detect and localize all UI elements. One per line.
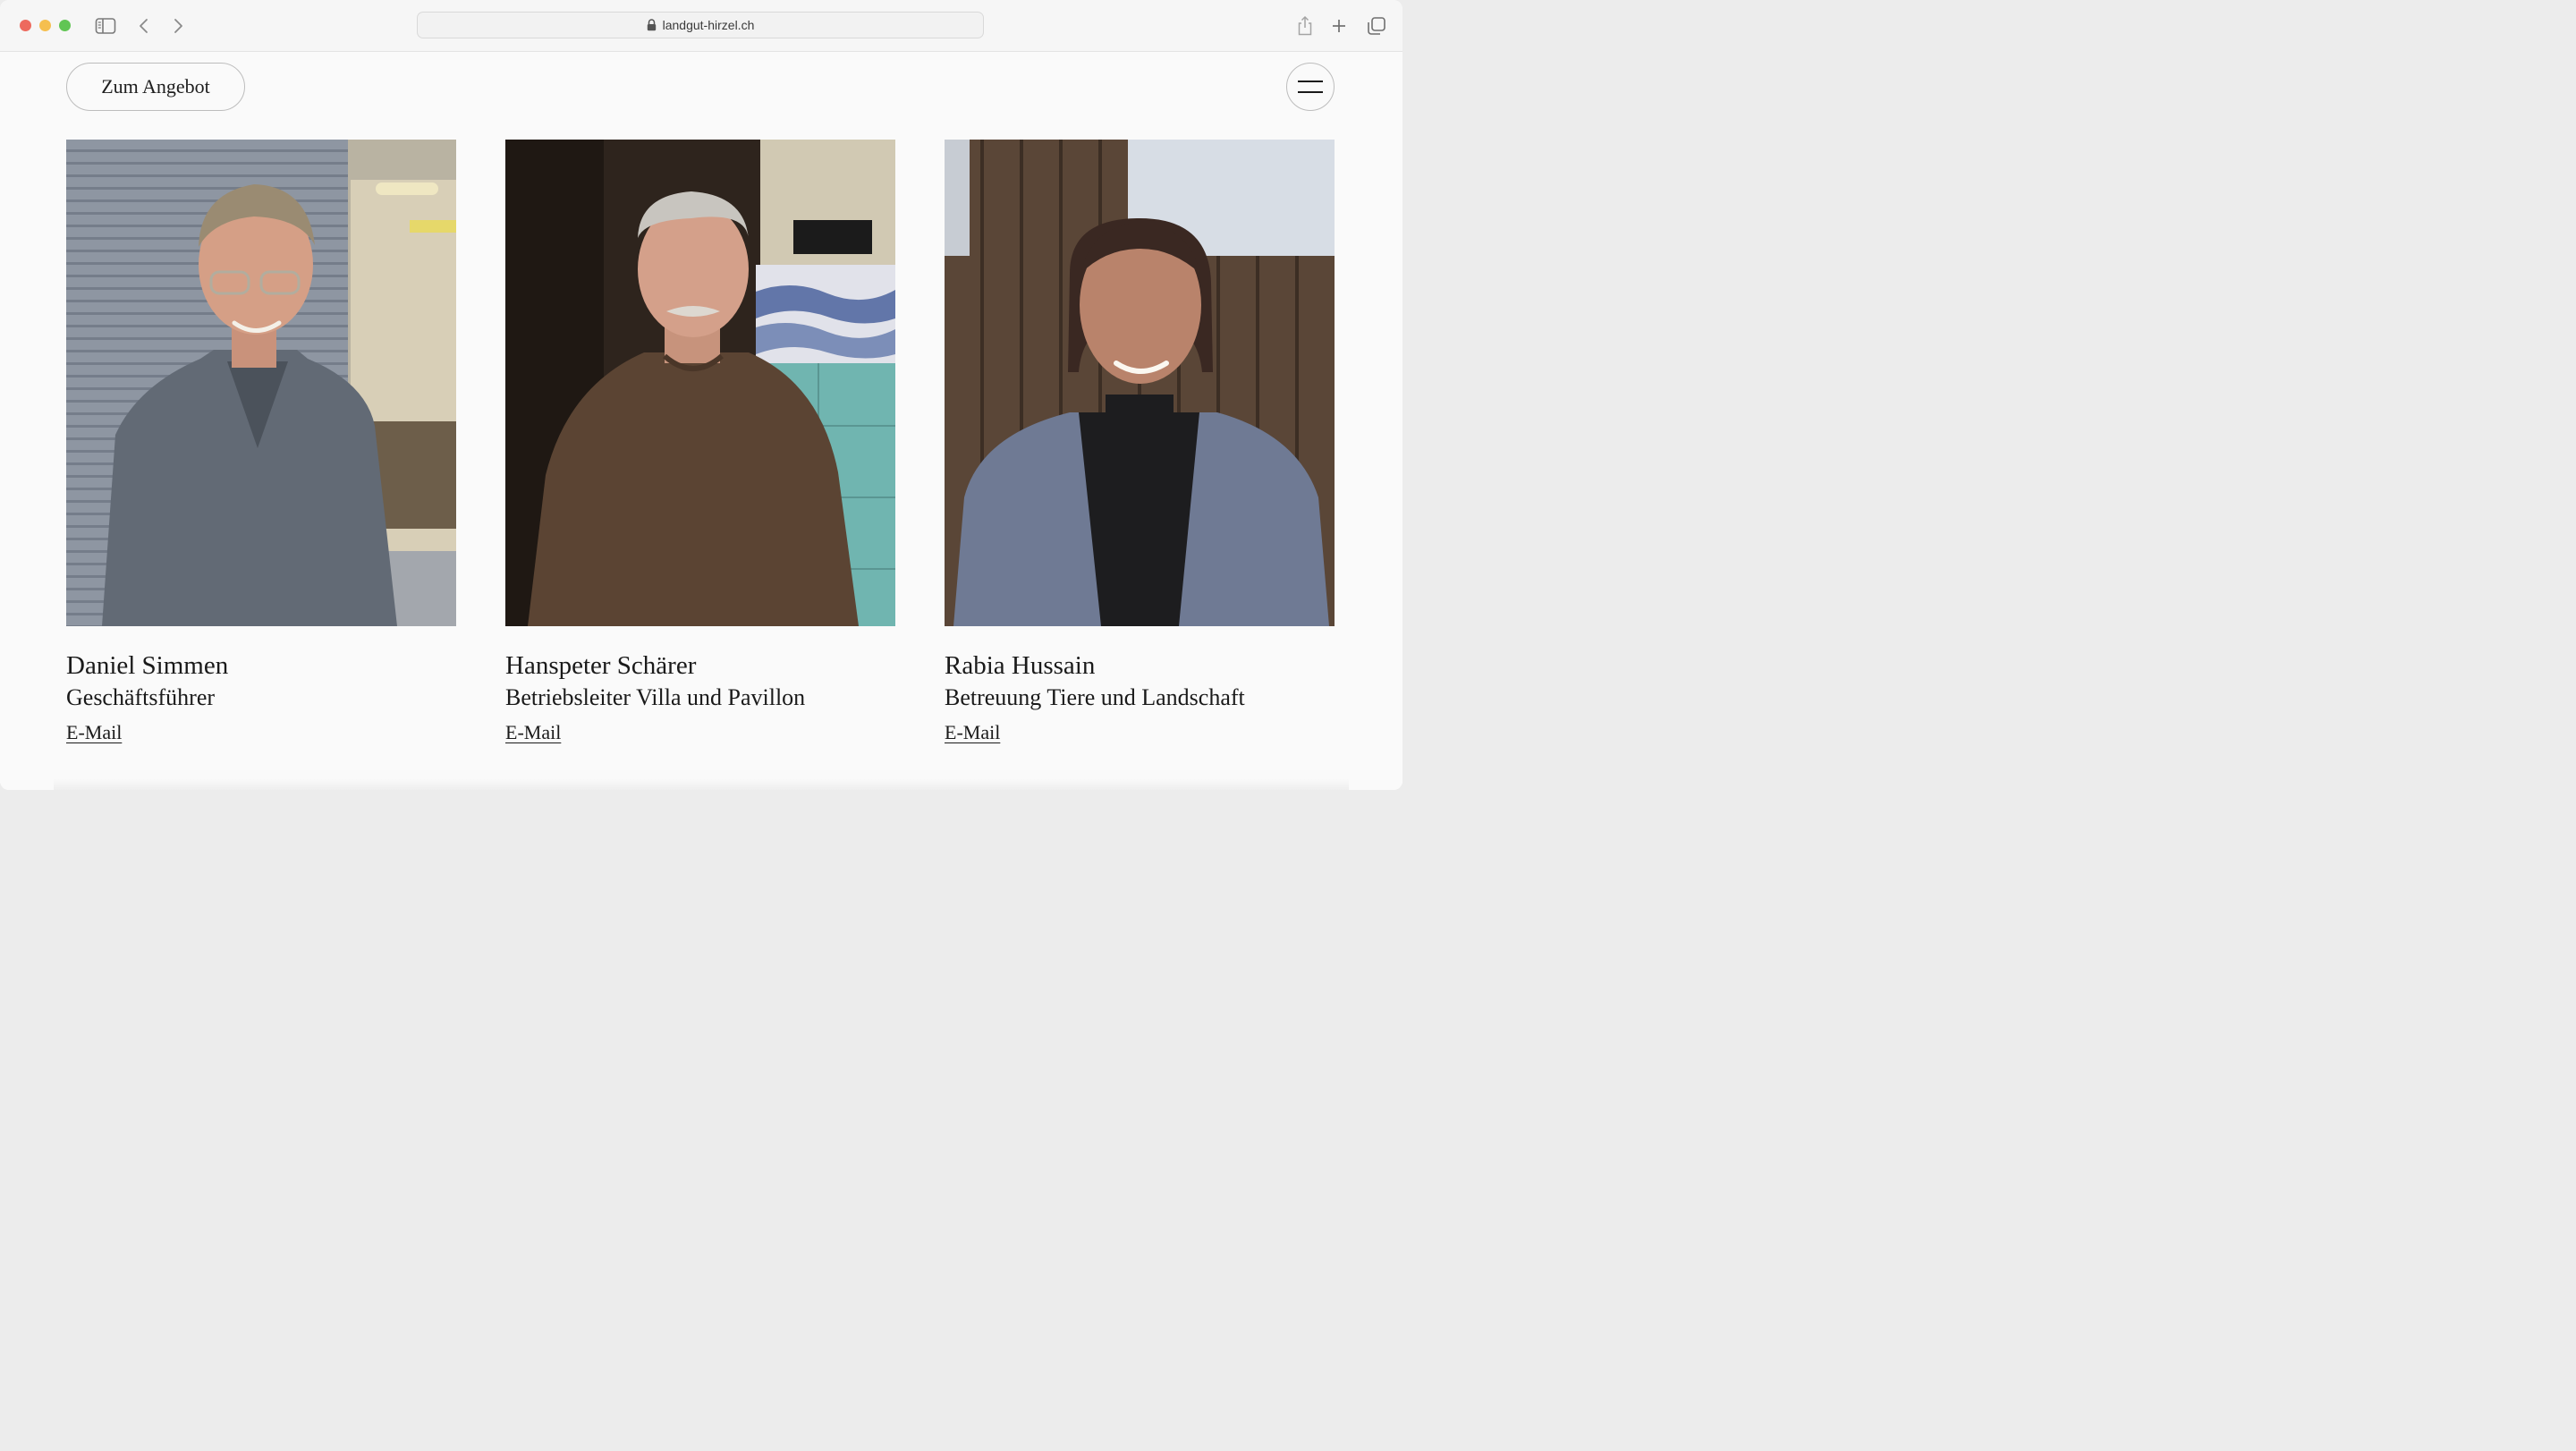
member-role: Betriebsleiter Villa und Pavillon (505, 684, 806, 710)
tab-overview-button[interactable] (1363, 13, 1390, 39)
member-role: Betreuung Tiere und Landschaft (945, 684, 1245, 710)
tab-overview-icon (1368, 17, 1385, 35)
address-bar[interactable]: landgut-hirzel.ch (417, 12, 984, 38)
share-button[interactable] (1292, 13, 1318, 39)
sidebar-icon (95, 18, 116, 34)
share-icon (1298, 15, 1312, 36)
chevron-right-icon (174, 19, 182, 33)
team-card: Hanspeter Schärer Betriebsleiter Villa u… (505, 140, 895, 744)
new-tab-button[interactable] (1326, 13, 1352, 39)
url-text: landgut-hirzel.ch (662, 18, 755, 32)
plus-icon (1333, 20, 1345, 32)
browser-toolbar: landgut-hirzel.ch (0, 0, 1402, 52)
member-name: Hanspeter Schärer (505, 651, 697, 680)
back-button[interactable] (131, 13, 157, 39)
member-name: Rabia Hussain (945, 651, 1096, 680)
zoom-window-button[interactable] (59, 20, 71, 31)
portrait-photo-rabia-hussain (945, 140, 1335, 626)
portrait-photo-hanspeter-schaerer (505, 140, 895, 626)
email-link[interactable]: E-Mail (505, 721, 561, 744)
menu-button[interactable] (1286, 63, 1335, 111)
portrait-photo-daniel-simmen (66, 140, 456, 626)
lock-icon (647, 19, 656, 31)
close-window-button[interactable] (20, 20, 31, 31)
chevron-left-icon (140, 19, 148, 33)
forward-button[interactable] (165, 13, 191, 39)
email-link[interactable]: E-Mail (945, 721, 1000, 744)
sidebar-toggle-button[interactable] (92, 13, 119, 39)
browser-window: landgut-hirzel.ch Zum Angebot Daniel Sim… (0, 0, 1402, 790)
team-card: Rabia Hussain Betreuung Tiere und Landsc… (945, 140, 1335, 744)
minimize-window-button[interactable] (39, 20, 51, 31)
hamburger-icon (1298, 81, 1323, 93)
email-link[interactable]: E-Mail (66, 721, 122, 744)
page-content: Zum Angebot Daniel Simmen Geschäftsführe… (0, 52, 1402, 790)
section-divider-shadow (54, 778, 1349, 790)
member-role: Geschäftsführer (66, 684, 216, 710)
team-card: Daniel Simmen Geschäftsführer E-Mail (66, 140, 456, 744)
offer-button[interactable]: Zum Angebot (66, 63, 245, 111)
member-name: Daniel Simmen (66, 651, 229, 680)
